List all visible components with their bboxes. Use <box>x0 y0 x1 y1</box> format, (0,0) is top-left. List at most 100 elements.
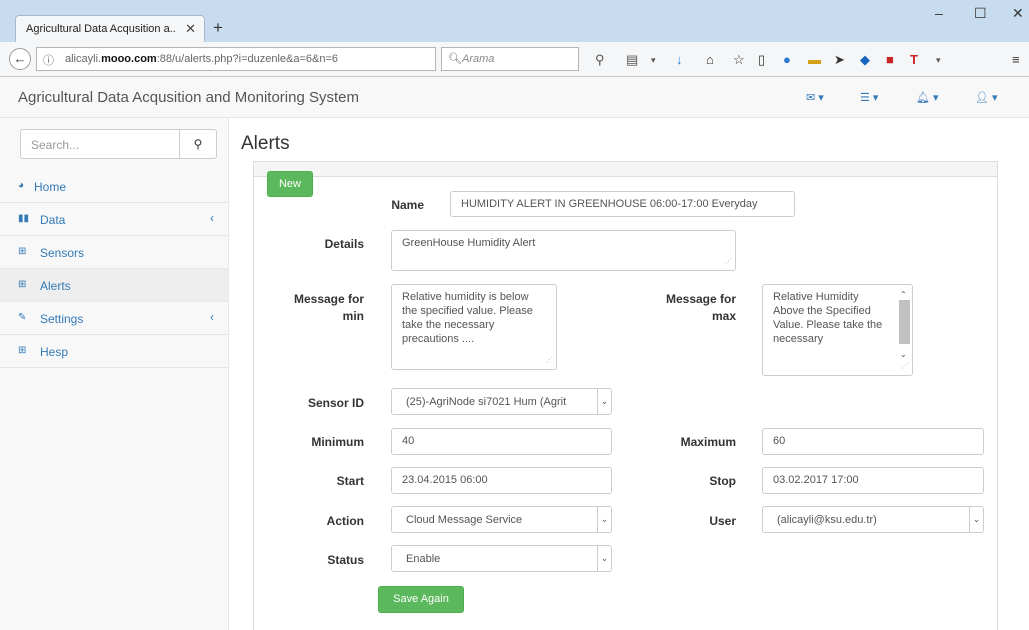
extension-icon[interactable]: ● <box>783 52 791 67</box>
resize-grip-icon[interactable]: ⋰ <box>902 360 909 374</box>
table-icon: ⊞ <box>18 246 27 257</box>
minimum-label: Minimum <box>311 435 364 449</box>
sidebar-item-label: Alerts <box>40 279 71 293</box>
resize-grip-icon[interactable]: ⋰ <box>546 354 553 368</box>
status-value: Enable <box>406 553 441 565</box>
download-icon[interactable]: ↓ <box>676 52 683 67</box>
sidebar-item-home[interactable]: ◕ Home <box>0 170 228 203</box>
bell-icon[interactable]: 🔔︎ ▾ <box>916 91 939 104</box>
translate-icon[interactable]: T <box>910 52 918 67</box>
sidebar-item-label: Sensors <box>40 246 85 260</box>
browser-tab[interactable]: Agricultural Data Acqusition a... ✕ <box>15 15 205 43</box>
name-label: Name <box>391 198 424 212</box>
minimum-input[interactable]: 40 <box>391 428 612 455</box>
pocket-icon[interactable]: ◆ <box>860 52 870 68</box>
back-arrow-icon[interactable]: ← <box>9 48 31 70</box>
chevron-left-icon: ‹ <box>210 211 214 225</box>
sidebar-item-sensors[interactable]: ⊞ Sensors <box>0 236 228 269</box>
scrollbar-thumb[interactable] <box>899 300 910 344</box>
envelope-icon[interactable]: ✉ ▾ <box>806 91 824 104</box>
message-max-label: Message for max <box>665 292 736 323</box>
chevron-left-icon: ‹ <box>210 310 214 324</box>
new-button[interactable]: New <box>267 171 313 197</box>
search-icon: 🔍︎ <box>448 53 462 65</box>
maximum-input[interactable]: 60 <box>762 428 984 455</box>
stop-input[interactable]: 03.02.2017 17:00 <box>762 467 984 494</box>
wallet-icon[interactable]: ▬ <box>808 52 821 67</box>
maximize-icon[interactable]: ☐ <box>974 5 987 22</box>
addon-icon[interactable]: ■ <box>886 52 894 67</box>
sensor-id-label: Sensor ID <box>307 396 364 410</box>
details-textarea[interactable]: GreenHouse Humidity Alert ⋰ <box>391 230 736 271</box>
browser-tab-bar: Agricultural Data Acqusition a... ✕ + – … <box>0 0 1029 43</box>
sidebar-item-data[interactable]: ▮▮ Data ‹ <box>0 203 228 236</box>
close-window-icon[interactable]: ✕ <box>1012 5 1024 22</box>
app-header: Agricultural Data Acqusition and Monitor… <box>0 77 1029 118</box>
message-max-textarea[interactable]: Relative Humidity Above the Specified Va… <box>762 284 913 376</box>
sidebar-item-settings[interactable]: ✎ Settings ‹ <box>0 302 228 335</box>
user-value: (alicayli@ksu.edu.tr) <box>777 514 877 526</box>
save-again-button[interactable]: Save Again <box>378 586 464 613</box>
user-icon[interactable]: 👤︎ ▾ <box>975 91 998 104</box>
tasks-icon[interactable]: ☰ ▾ <box>860 91 878 104</box>
reader-icon[interactable]: ⚲ <box>595 52 605 68</box>
url-text: alicayli.mooo.com:88/u/alerts.php?i=duze… <box>65 53 339 65</box>
table-icon: ⊞ <box>18 345 27 356</box>
sidebar-search-placeholder: Search... <box>31 138 80 152</box>
message-min-label: Message for min <box>293 292 364 323</box>
browser-search-placeholder: Arama <box>462 53 495 65</box>
sidebar-item-hesp[interactable]: ⊞ Hesp <box>0 335 228 368</box>
home-icon[interactable]: ⌂ <box>706 52 714 67</box>
chevron-down-icon: ⌄ <box>969 507 983 532</box>
minimize-icon[interactable]: – <box>935 5 943 21</box>
sidebar: Search... ⚲ ◕ Home ▮▮ Data ‹ ⊞ Sensors ⊞… <box>0 118 229 630</box>
tab-title: Agricultural Data Acqusition a... <box>26 23 176 35</box>
details-text: GreenHouse Humidity Alert <box>402 237 536 249</box>
panel-heading <box>254 162 997 177</box>
sidebar-item-label: Home <box>34 180 67 194</box>
sidebar-item-label: Data <box>40 213 66 227</box>
library-icon[interactable]: ▯ <box>758 52 765 68</box>
chevron-down-icon: ⌄ <box>597 389 611 414</box>
bar-chart-icon: ▮▮ <box>18 213 30 224</box>
search-icon[interactable]: ⚲ <box>179 130 216 158</box>
dashboard-icon: ◕ <box>18 180 25 191</box>
sensor-id-value: (25)-AgriNode si7021 Hum (Agrit <box>406 396 567 408</box>
action-label: Action <box>326 514 364 528</box>
browser-search-box[interactable]: 🔍︎ Arama <box>441 47 579 71</box>
maximum-label: Maximum <box>680 435 736 449</box>
chevron-down-icon: ⌄ <box>597 546 611 571</box>
message-min-text: Relative humidity is below the specified… <box>402 291 533 345</box>
action-select[interactable]: Cloud Message Service ⌄ <box>391 506 612 533</box>
sidebar-search-input[interactable]: Search... ⚲ <box>20 129 217 159</box>
close-tab-icon[interactable]: ✕ <box>185 21 196 37</box>
table-icon: ⊞ <box>18 279 27 290</box>
edit-icon: ✎ <box>18 312 27 323</box>
app-brand[interactable]: Agricultural Data Acqusition and Monitor… <box>18 89 359 106</box>
chevron-down-icon: ⌄ <box>597 507 611 532</box>
send-icon[interactable]: ➤ <box>834 52 845 68</box>
dropdown-arrow-icon[interactable]: ▾ <box>651 55 656 66</box>
sensor-id-select[interactable]: (25)-AgriNode si7021 Hum (Agrit ⌄ <box>391 388 612 415</box>
stop-label: Stop <box>709 474 736 488</box>
new-tab-icon[interactable]: + <box>213 18 223 38</box>
message-max-text: Relative Humidity Above the Specified Va… <box>773 291 883 345</box>
sidebar-item-label: Settings <box>40 312 84 326</box>
info-icon[interactable]: ⓘ <box>43 52 54 68</box>
status-select[interactable]: Enable ⌄ <box>391 545 612 572</box>
browser-nav-bar: ← ⓘ alicayli.mooo.com:88/u/alerts.php?i=… <box>0 42 1029 77</box>
user-select[interactable]: (alicayli@ksu.edu.tr) ⌄ <box>762 506 984 533</box>
details-label: Details <box>324 237 364 251</box>
name-input[interactable]: HUMIDITY ALERT IN GREENHOUSE 06:00-17:00… <box>450 191 795 217</box>
start-label: Start <box>336 474 364 488</box>
dropdown-arrow-icon[interactable]: ▾ <box>936 55 941 66</box>
bookmark-star-icon[interactable]: ☆ <box>733 52 745 68</box>
start-input[interactable]: 23.04.2015 06:00 <box>391 467 612 494</box>
menu-icon[interactable]: ≡ <box>1012 52 1020 67</box>
resize-grip-icon[interactable]: ⋰ <box>725 255 732 269</box>
sidebar-item-alerts[interactable]: ⊞ Alerts <box>0 269 228 302</box>
message-min-textarea[interactable]: Relative humidity is below the specified… <box>391 284 557 370</box>
clipboard-icon[interactable]: ▤ <box>626 52 638 68</box>
user-label: User <box>709 514 736 528</box>
address-bar[interactable]: ⓘ alicayli.mooo.com:88/u/alerts.php?i=du… <box>36 47 457 72</box>
